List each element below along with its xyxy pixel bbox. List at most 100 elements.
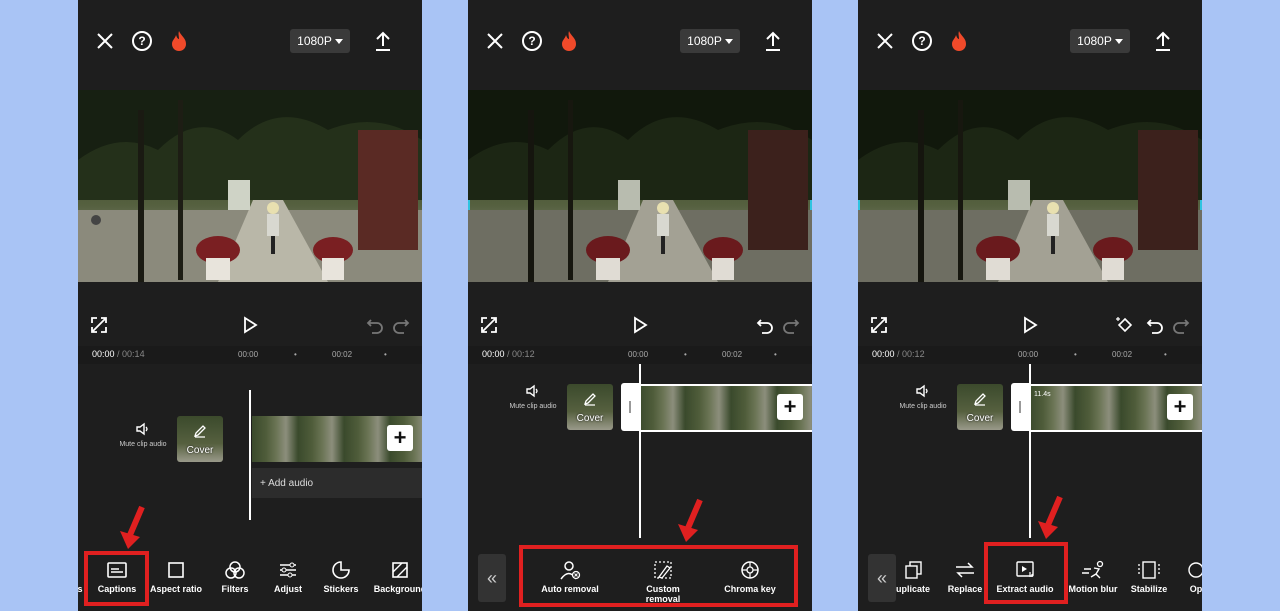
- flame-icon[interactable]: [166, 28, 192, 54]
- tool-motion-blur[interactable]: Motion blur: [1064, 560, 1122, 594]
- time-ruler: 00:00 / 00:12 00:00 • 00:02 •: [858, 346, 1202, 364]
- add-clip-button[interactable]: +: [1167, 394, 1193, 420]
- total-time: / 00:12: [897, 349, 925, 359]
- close-icon[interactable]: [92, 28, 118, 54]
- svg-text:?: ?: [918, 34, 925, 48]
- resolution-label: 1080P: [687, 34, 722, 48]
- tool-label: Aspect ratio: [149, 584, 202, 594]
- redo-icon[interactable]: [780, 314, 802, 336]
- tool-label: Replace: [947, 584, 983, 594]
- park-scene-image: [468, 90, 812, 282]
- tick-label: 00:02: [332, 350, 353, 359]
- fullscreen-icon[interactable]: [478, 314, 500, 336]
- help-icon[interactable]: ?: [519, 28, 545, 54]
- help-icon[interactable]: ?: [909, 28, 935, 54]
- tool-stabilize[interactable]: Stabilize: [1122, 560, 1176, 594]
- video-frame-selected[interactable]: [468, 90, 812, 282]
- cover-label: Cover: [966, 413, 994, 424]
- tool-label: Adjust: [274, 584, 302, 594]
- add-clip-button[interactable]: +: [777, 394, 803, 420]
- add-audio-button[interactable]: + Add audio: [252, 468, 422, 498]
- timeline-area: Mute clip audio Cover 11.4s +: [858, 364, 1202, 544]
- export-icon[interactable]: [760, 28, 786, 54]
- play-icon[interactable]: [1019, 314, 1041, 336]
- tick-dot: •: [684, 350, 687, 359]
- add-clip-button[interactable]: +: [387, 425, 413, 451]
- highlight-box-extract-audio: [984, 542, 1068, 604]
- help-icon[interactable]: ?: [129, 28, 155, 54]
- close-icon[interactable]: [872, 28, 898, 54]
- pen-icon: [583, 393, 596, 406]
- play-icon[interactable]: [629, 314, 651, 336]
- play-icon[interactable]: [239, 314, 261, 336]
- playhead[interactable]: [249, 390, 251, 520]
- stickers-icon: [332, 561, 350, 579]
- stabilize-icon: [1138, 561, 1160, 579]
- tool-label: s: [78, 584, 83, 594]
- tool-label: Background: [373, 584, 422, 594]
- tool-stickers[interactable]: Stickers: [311, 560, 371, 594]
- chevron-double-left-icon[interactable]: «: [478, 554, 506, 602]
- fullscreen-icon[interactable]: [88, 314, 110, 336]
- red-arrow-icon: [120, 505, 145, 549]
- resolution-dropdown[interactable]: 1080P: [1070, 29, 1130, 53]
- tick-dot: •: [1074, 350, 1077, 359]
- tool-duplicate[interactable]: uplicate: [886, 560, 940, 594]
- speaker-icon: [526, 384, 538, 398]
- adjust-icon: [280, 562, 296, 578]
- tool-partial[interactable]: Op: [1176, 560, 1202, 594]
- flame-icon[interactable]: [556, 28, 582, 54]
- grip-icon: [629, 401, 631, 413]
- video-preview-area: [858, 82, 1202, 344]
- mute-clip-audio-button[interactable]: Mute clip audio: [118, 422, 168, 449]
- mute-clip-audio-button[interactable]: Mute clip audio: [508, 384, 558, 411]
- mute-clip-audio-button[interactable]: Mute clip audio: [898, 384, 948, 411]
- redo-icon[interactable]: [1170, 314, 1192, 336]
- clip-trim-handle[interactable]: [1011, 383, 1029, 431]
- playback-controls: [858, 306, 1202, 346]
- tick-label: 00:02: [1112, 350, 1133, 359]
- cover-label: Cover: [576, 413, 604, 424]
- tick-label: 00:02: [722, 350, 743, 359]
- current-time: 00:00: [872, 349, 895, 359]
- playhead[interactable]: [639, 364, 641, 538]
- video-frame-selected[interactable]: [858, 90, 1202, 282]
- playhead[interactable]: [1029, 364, 1031, 538]
- resolution-label: 1080P: [297, 34, 332, 48]
- red-arrow-icon: [1038, 495, 1063, 539]
- playback-controls: [468, 306, 812, 346]
- fullscreen-icon[interactable]: [868, 314, 890, 336]
- cover-button[interactable]: Cover: [177, 416, 223, 462]
- tick-dot: •: [774, 350, 777, 359]
- export-icon[interactable]: [370, 28, 396, 54]
- resolution-dropdown[interactable]: 1080P: [290, 29, 350, 53]
- time-display: 00:00 / 00:12: [482, 349, 535, 359]
- tool-aspect-ratio[interactable]: Aspect ratio: [146, 560, 206, 594]
- close-icon[interactable]: [482, 28, 508, 54]
- keyframe-icon[interactable]: [1114, 314, 1136, 336]
- cover-button[interactable]: Cover: [567, 384, 613, 430]
- caret-down-icon: [724, 38, 733, 44]
- motion-blur-icon: [1082, 560, 1104, 579]
- undo-icon[interactable]: [364, 314, 386, 336]
- tool-background[interactable]: Background: [370, 560, 422, 594]
- cover-button[interactable]: Cover: [957, 384, 1003, 430]
- background-icon: [392, 562, 408, 578]
- total-time: / 00:14: [117, 349, 145, 359]
- top-bar: ? 1080P: [78, 0, 422, 82]
- red-arrow-icon: [678, 498, 703, 542]
- highlight-box-captions: [84, 551, 149, 606]
- tick-label: 00:00: [628, 350, 649, 359]
- video-frame[interactable]: [78, 90, 422, 282]
- tool-adjust[interactable]: Adjust: [258, 560, 318, 594]
- resolution-dropdown[interactable]: 1080P: [680, 29, 740, 53]
- clip-trim-handle[interactable]: [621, 383, 639, 431]
- flame-icon[interactable]: [946, 28, 972, 54]
- undo-icon[interactable]: [1144, 314, 1166, 336]
- tool-filters[interactable]: Filters: [205, 560, 265, 594]
- tool-label: Stickers: [323, 584, 359, 594]
- export-icon[interactable]: [1150, 28, 1176, 54]
- redo-icon[interactable]: [390, 314, 412, 336]
- undo-icon[interactable]: [754, 314, 776, 336]
- tick-dot: •: [294, 350, 297, 359]
